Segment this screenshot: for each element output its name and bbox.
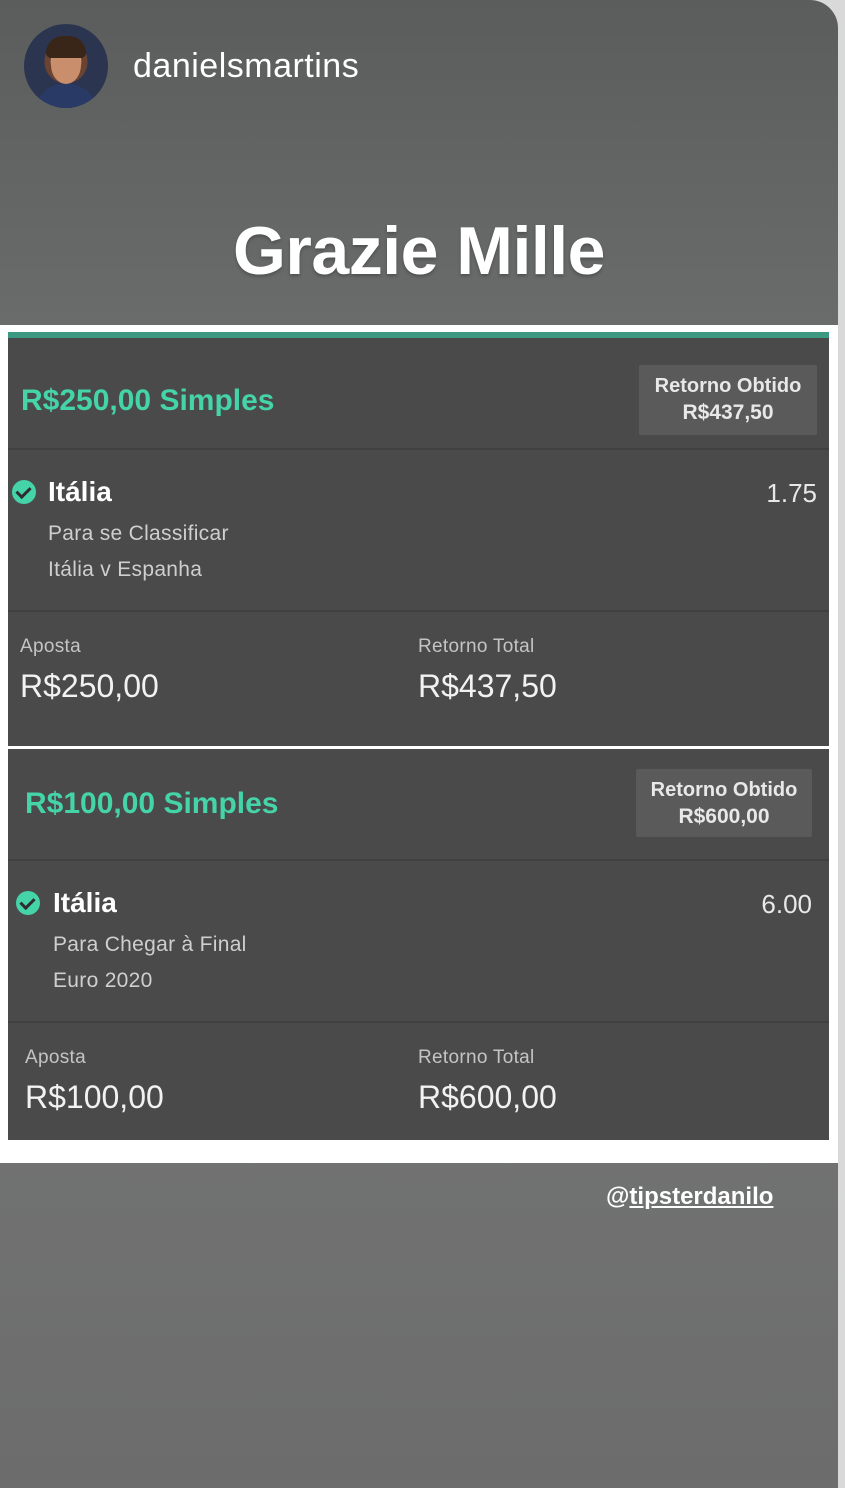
avatar[interactable] bbox=[24, 24, 108, 108]
mention-at: @ bbox=[606, 1183, 630, 1210]
story-background: danielsmartins Grazie Mille R$250,00 Sim… bbox=[0, 0, 838, 1488]
bet-summary: Aposta R$100,00 Retorno Total R$600,00 bbox=[8, 1023, 829, 1143]
mention-handle[interactable]: tipsterdanilo bbox=[629, 1183, 773, 1210]
headline-text: Grazie Mille bbox=[233, 213, 605, 289]
stake-label: Aposta bbox=[20, 636, 81, 657]
bet-title: R$100,00 Simples bbox=[25, 787, 279, 820]
check-circle-icon bbox=[12, 480, 36, 504]
avatar-hair bbox=[46, 36, 86, 58]
selection-name: Itália bbox=[53, 887, 117, 918]
selection-market: Para Chegar à Final bbox=[53, 933, 247, 956]
return-obtained-value: R$600,00 bbox=[678, 805, 770, 828]
avatar-shirt bbox=[34, 84, 98, 108]
total-return-value: R$600,00 bbox=[418, 1079, 557, 1115]
stake-label: Aposta bbox=[25, 1047, 86, 1068]
bet-selection: Itália 1.75 Para se Classificar Itália v… bbox=[8, 450, 829, 612]
username[interactable]: danielsmartins bbox=[133, 47, 359, 86]
bet-card: R$250,00 Simples Retorno Obtido R$437,50… bbox=[8, 332, 829, 746]
bet-selection: Itália 6.00 Para Chegar à Final Euro 202… bbox=[8, 861, 829, 1023]
bet-card-header: R$100,00 Simples Retorno Obtido R$600,00 bbox=[8, 749, 829, 861]
selection-market: Para se Classificar bbox=[48, 522, 229, 545]
return-obtained-label: Retorno Obtido bbox=[650, 779, 798, 801]
total-return-value: R$437,50 bbox=[418, 668, 557, 704]
story-header: danielsmartins bbox=[24, 24, 359, 108]
bet-title: R$250,00 Simples bbox=[21, 384, 275, 417]
return-obtained-box: Retorno Obtido R$437,50 bbox=[639, 365, 817, 435]
bet-card: R$100,00 Simples Retorno Obtido R$600,00… bbox=[8, 749, 829, 1140]
selection-name: Itália bbox=[48, 476, 112, 507]
stake-value: R$100,00 bbox=[25, 1079, 164, 1115]
check-circle-icon bbox=[16, 891, 40, 915]
bet-card-header: R$250,00 Simples Retorno Obtido R$437,50 bbox=[8, 338, 829, 450]
return-obtained-label: Retorno Obtido bbox=[654, 375, 802, 397]
selection-odds: 1.75 bbox=[766, 478, 817, 508]
mention-sticker[interactable]: @tipsterdanilo bbox=[606, 1183, 773, 1211]
selection-odds: 6.00 bbox=[761, 889, 812, 919]
total-return-label: Retorno Total bbox=[418, 636, 535, 657]
bet-summary: Aposta R$250,00 Retorno Total R$437,50 bbox=[8, 612, 829, 732]
return-obtained-value: R$437,50 bbox=[682, 401, 774, 424]
selection-event: Itália v Espanha bbox=[48, 558, 203, 581]
stake-value: R$250,00 bbox=[20, 668, 159, 704]
total-return-label: Retorno Total bbox=[418, 1047, 535, 1068]
return-obtained-box: Retorno Obtido R$600,00 bbox=[636, 769, 812, 837]
selection-event: Euro 2020 bbox=[53, 969, 153, 992]
